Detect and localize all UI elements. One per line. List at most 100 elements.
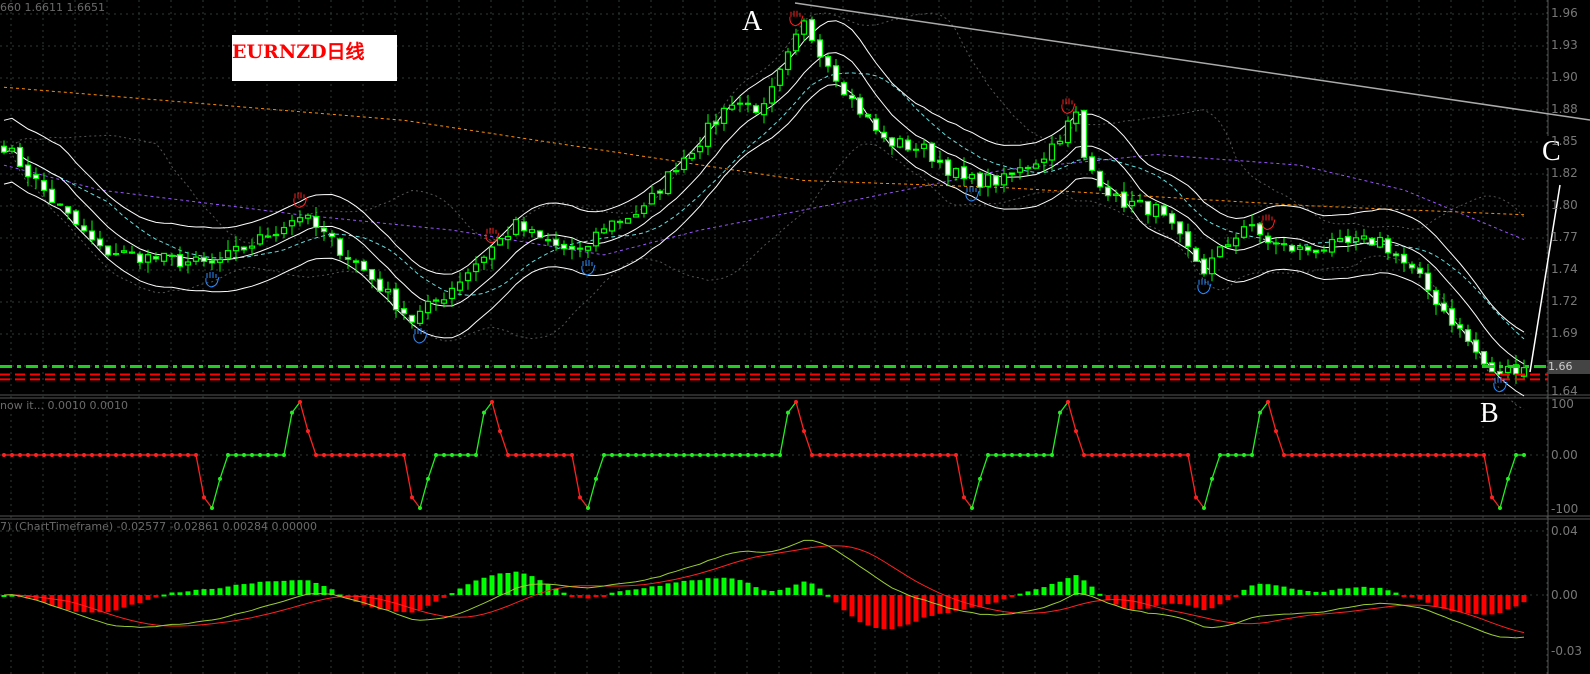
histogram-bar [777,589,783,595]
histogram-bar [809,583,815,595]
price-tick: 1.96 [1551,6,1578,20]
zigzag-point [274,453,278,457]
zigzag-segment [1075,430,1085,456]
chart-window: 660 1.6611 1.6651 EURNZD日线 A B C 1.96 1.… [0,0,1590,674]
zigzag-point [130,453,134,457]
candle [800,18,808,42]
candles [0,16,1528,384]
price-tick: 1.85 [1551,134,1578,148]
candle-body [1360,235,1368,240]
trendlines[interactable] [794,2,1590,373]
histogram-bar [1273,585,1279,595]
candle [1112,189,1120,203]
histogram-bar [233,584,239,595]
histogram-bar [1425,595,1431,603]
candle [448,281,456,307]
candle [464,268,472,290]
price-tick: 1.90 [1551,70,1578,84]
candle-body [536,230,544,239]
zigzag-segment [475,412,485,456]
zigzag-point [482,410,486,415]
candle-body [1024,166,1032,170]
histogram-bar [1065,578,1071,595]
candle [1312,249,1320,259]
histogram-bar [1441,595,1447,609]
candle [424,294,432,320]
candle [664,171,672,196]
candle-body [1144,200,1152,216]
zigzag-point [754,453,758,457]
candle [176,246,184,272]
histogram-bar [825,594,831,597]
histogram-bar [1033,589,1039,595]
zigzag-point [418,506,422,510]
candle [216,251,224,272]
candle-body [976,172,984,188]
zigzag-point [826,453,830,457]
histogram-bar [425,595,431,606]
price-tick: 1.69 [1551,326,1578,340]
candle [1104,180,1112,201]
horizontal-levels[interactable] [0,365,1548,381]
candle-body [1288,245,1296,252]
candle [112,243,120,256]
histogram-bar [761,590,767,595]
candle-body [920,143,928,149]
candle-body [1432,289,1440,306]
histogram-bar [297,580,303,595]
annotation-a: A [742,6,763,37]
zigzag-point [1034,453,1038,457]
histogram-bar [249,583,255,595]
chart-canvas[interactable] [0,0,1590,674]
candle-body [1320,249,1328,252]
candle [56,203,64,206]
histogram-bar [1025,591,1031,595]
histogram-bar [273,581,279,595]
candle-body [520,221,528,232]
candle [608,220,616,235]
candle [1152,202,1160,224]
candle [480,255,488,270]
histogram-bar [1521,595,1527,603]
candle-body [1232,237,1240,247]
zigzag-segment [403,454,413,498]
zigzag-segment [1067,401,1077,432]
histogram-bar [1233,595,1239,597]
candle-body [1336,237,1344,242]
candle [1416,262,1424,278]
candle [1240,220,1248,239]
histogram-bar [1513,595,1519,607]
zigzag-point [1354,453,1358,457]
zigzag-point [322,453,326,457]
candle [128,245,136,254]
candle-body [1416,267,1424,275]
zigzag-point [922,453,926,457]
zigzag-point [202,495,206,500]
candle [1064,116,1072,148]
zigzag-point [258,453,262,457]
candle-body [816,39,824,58]
candle [200,252,208,267]
candle-body [376,278,384,292]
zigzag-point [442,453,446,457]
zigzag-segment [1051,412,1061,456]
zigzag-point [538,453,542,457]
candle [1344,228,1352,252]
histogram-bar [713,578,719,595]
histogram-bar [1377,587,1383,595]
candle [1128,190,1136,213]
candle [1232,233,1240,254]
candle-body [608,220,616,232]
zigzag-segment [1187,454,1197,498]
zigzag-point [306,429,310,434]
zigzag-point [178,453,182,457]
zigzag-point [1346,453,1350,457]
candle [824,53,832,73]
zigzag-point [170,453,174,457]
candle [616,219,624,229]
candle [1408,261,1416,274]
zigzag-point [674,453,678,457]
price-tick: 1.80 [1551,198,1578,212]
histogram-bar [1401,595,1407,597]
zigzag-segment [587,478,597,509]
